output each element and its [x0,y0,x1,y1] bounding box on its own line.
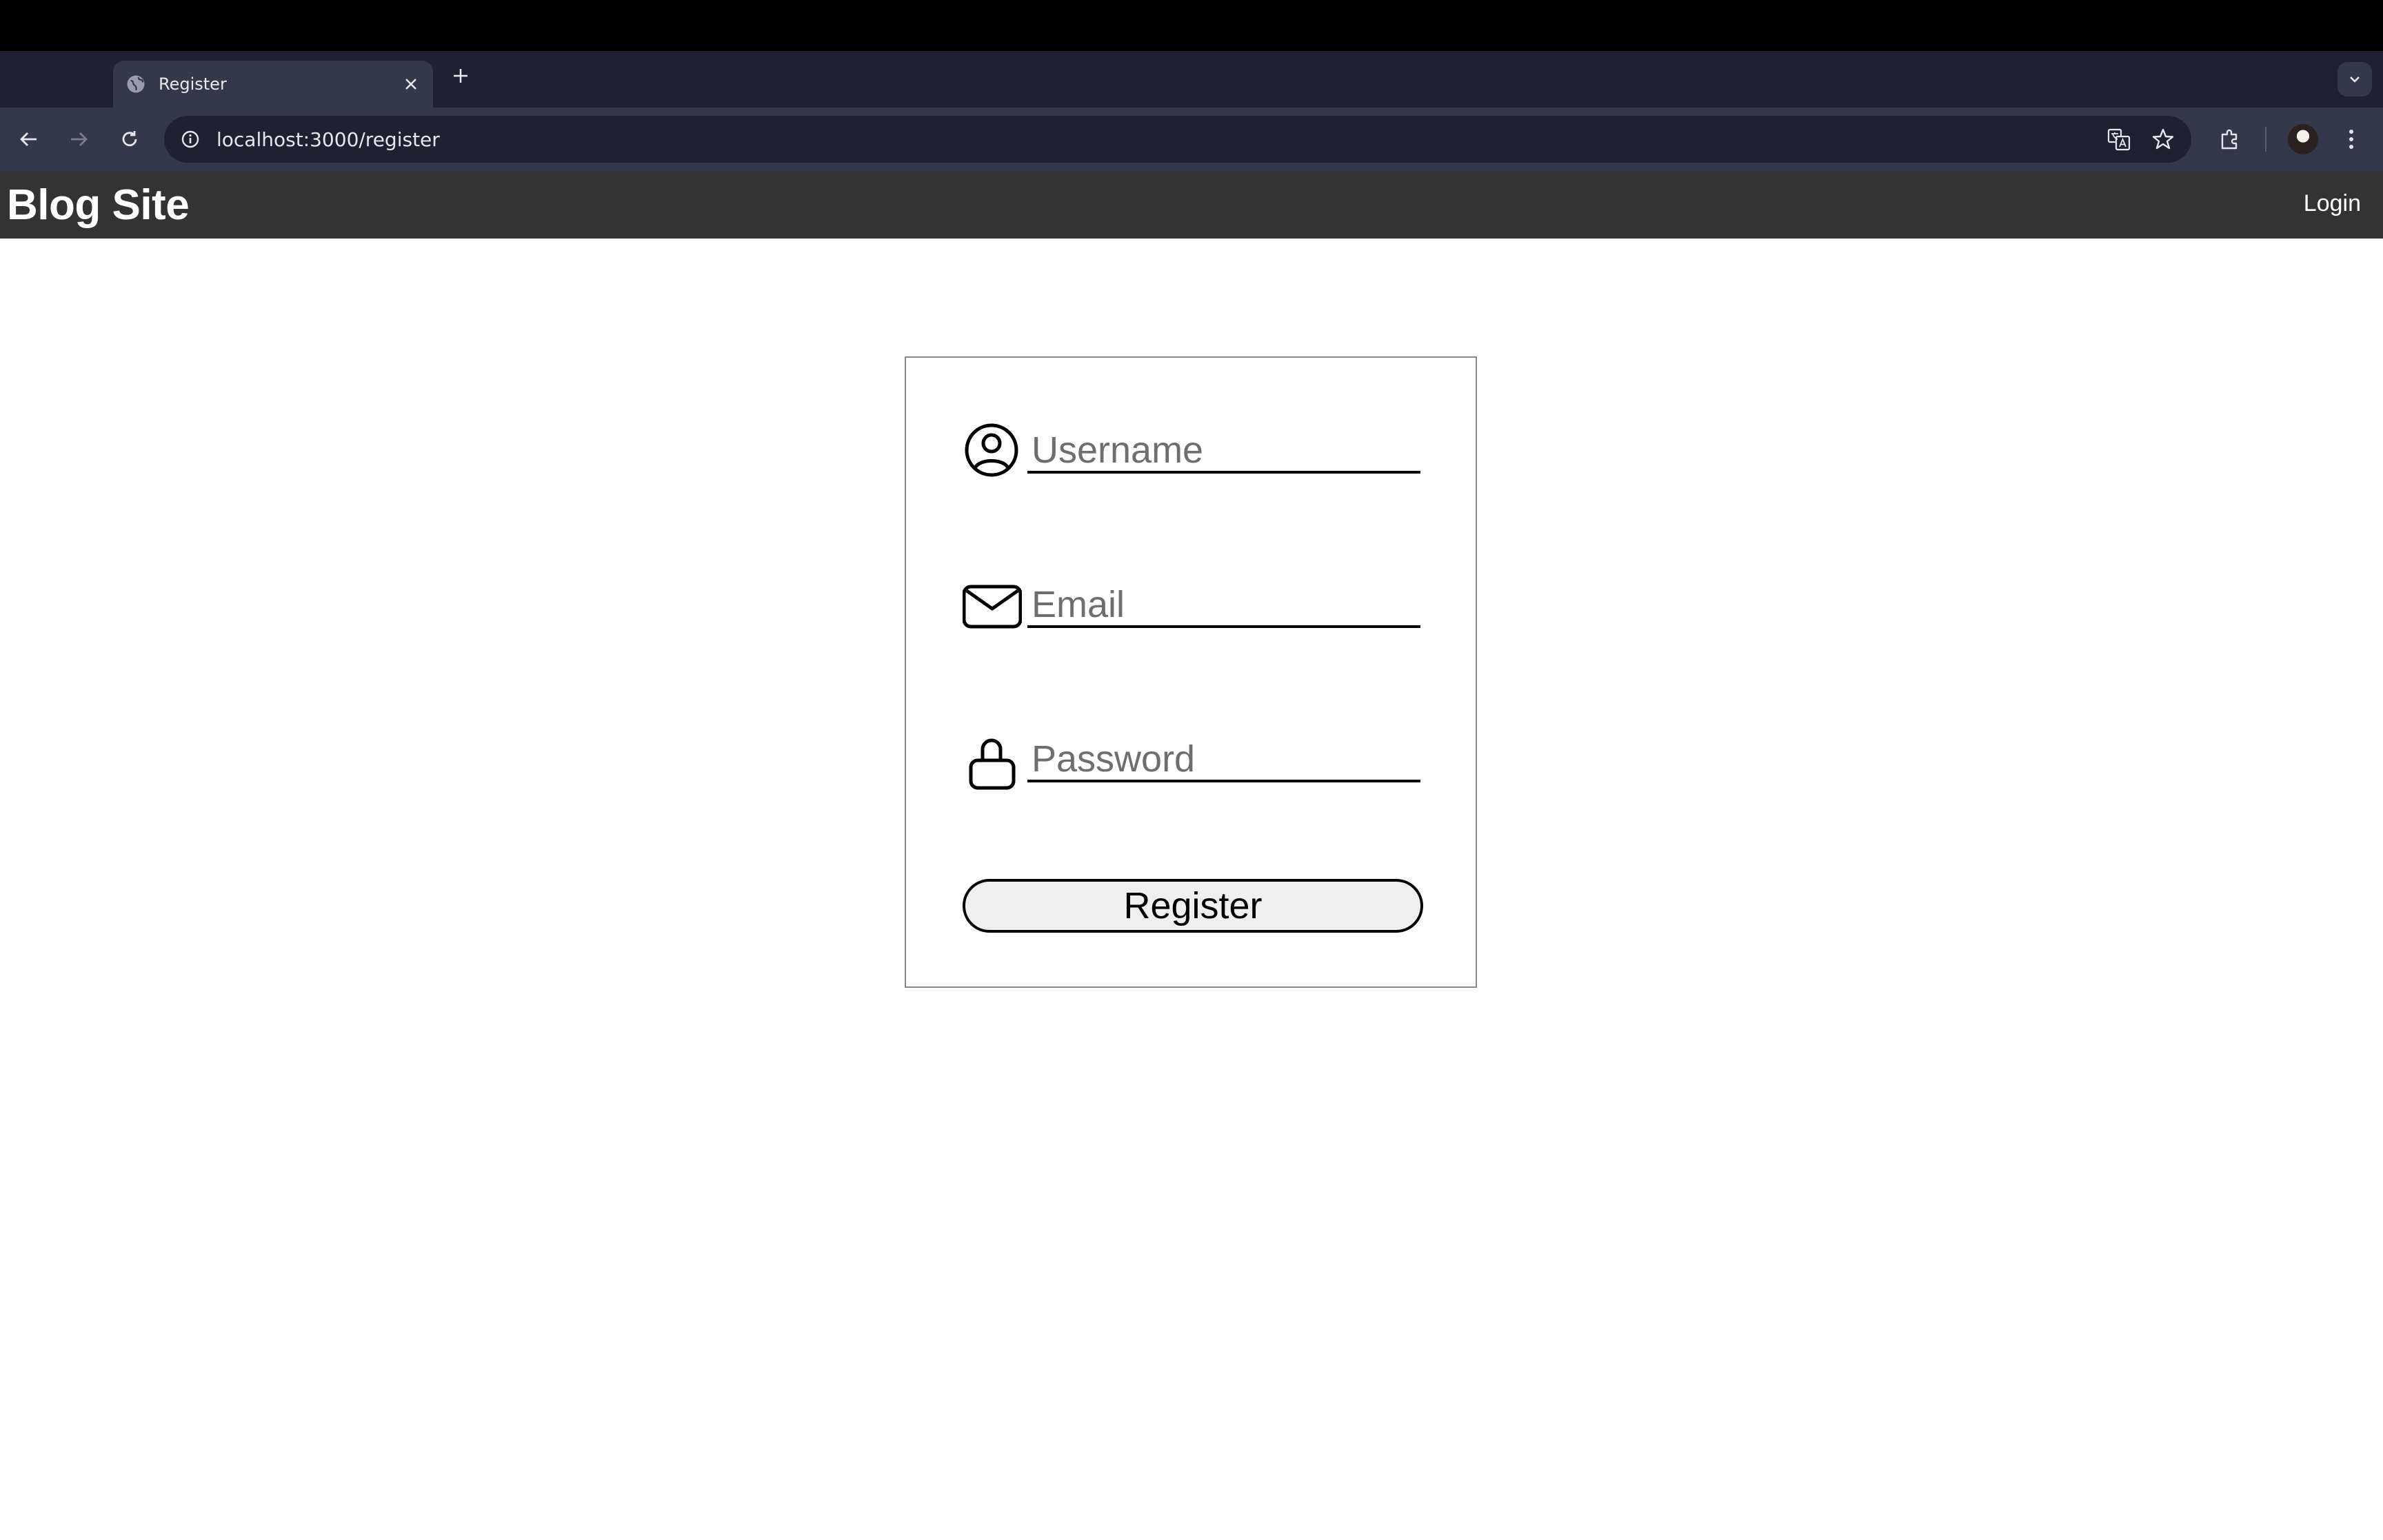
password-row [963,726,1422,790]
password-input[interactable] [1027,738,1420,782]
avatar[interactable] [2288,124,2318,154]
email-input[interactable] [1027,584,1420,628]
reload-icon[interactable] [112,121,148,157]
username-row [963,417,1422,479]
lock-icon [969,738,1016,790]
register-button[interactable]: Register [963,879,1423,933]
email-row [963,571,1422,634]
toolbar-separator [2265,127,2266,152]
browser-tab[interactable]: Register [113,61,433,108]
menu-dots-icon[interactable] [2333,121,2369,157]
tab-title: Register [159,74,227,94]
translate-icon[interactable] [2103,123,2135,155]
site-navbar: Blog Site Login [0,171,2383,239]
mail-icon [963,585,1022,629]
star-icon[interactable] [2147,123,2179,155]
plus-icon[interactable] [447,62,474,90]
browser-tabstrip: Register [0,51,2383,108]
back-arrow-icon[interactable] [11,121,47,157]
username-input[interactable] [1027,429,1420,474]
browser-toolbar: localhost:3000/register [0,108,2383,171]
register-form: Register [905,356,1477,988]
close-icon[interactable] [399,72,423,97]
address-url: localhost:3000/register [217,128,440,151]
chevron-down-icon[interactable] [2337,62,2372,97]
info-icon[interactable] [177,125,204,153]
user-icon [965,423,1018,477]
address-bar[interactable]: localhost:3000/register [164,116,2191,163]
globe-icon [127,75,145,93]
forward-arrow-icon[interactable] [61,121,97,157]
extensions-icon[interactable] [2212,121,2248,157]
screen: Register localhost:3000/register Blog Si… [0,0,2383,1540]
login-link[interactable]: Login [2304,190,2361,217]
screen-top-bezel [0,0,2383,51]
site-brand[interactable]: Blog Site [7,181,190,230]
